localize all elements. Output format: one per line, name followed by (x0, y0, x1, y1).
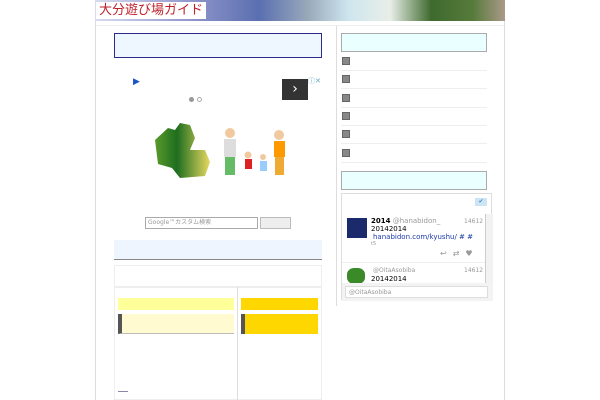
tweet-avatar[interactable] (347, 268, 365, 284)
tweet-compose-input[interactable]: @OitaAsobiba (345, 286, 488, 298)
sidebar-item[interactable] (341, 90, 487, 108)
sidebar-item[interactable] (341, 126, 487, 144)
sidebar-item[interactable] (341, 145, 487, 163)
tweet-avatar[interactable] (347, 218, 367, 238)
bullet-icon (342, 57, 350, 65)
adchoices-icon[interactable]: ⓘ✕ (308, 76, 321, 86)
sidebar-item[interactable] (341, 71, 487, 89)
column-divider (336, 26, 337, 306)
divider (342, 262, 485, 263)
scrollbar[interactable] (485, 214, 493, 284)
search-button[interactable] (260, 217, 291, 229)
bullet-icon (342, 130, 350, 138)
link[interactable] (118, 391, 128, 392)
bullet-icon (342, 94, 350, 102)
column-divider (237, 287, 238, 400)
divider (96, 25, 504, 26)
tweet-actions[interactable]: ↩⇄♥ (440, 249, 479, 258)
ad-mark[interactable]: ▶ (133, 77, 140, 87)
category-item[interactable] (241, 314, 318, 334)
section-header (114, 240, 322, 260)
bullet-icon (342, 75, 350, 83)
twitter-timeline: ✔ 2014 @hanabidon_ 14612 20142014 hanabi… (341, 193, 493, 301)
tweet-date[interactable]: 14612 (464, 218, 483, 225)
sidebar-heading (341, 33, 487, 52)
reply-icon[interactable]: ↩ (440, 249, 453, 258)
carousel-dot[interactable] (197, 97, 202, 102)
tweet-handle[interactable]: @OitaAsobiba (373, 267, 415, 274)
compose-area: @OitaAsobiba (342, 283, 493, 301)
bullet-icon (342, 149, 350, 157)
retweet-icon[interactable]: ⇄ (453, 249, 466, 258)
nav-box (114, 33, 322, 58)
twitter-bird-icon[interactable]: ✔ (475, 198, 487, 206)
sidebar-heading (341, 171, 487, 190)
tweet-author[interactable]: 2014 (371, 217, 390, 225)
tweet-text: 20142014 (371, 275, 407, 283)
tweet-extra: t5 (371, 241, 377, 247)
tweet-text: 20142014 (371, 225, 407, 233)
category-heading (118, 298, 234, 310)
ad-next-button[interactable]: › (282, 79, 308, 100)
oita-map-family-illustration (155, 123, 285, 178)
category-heading (241, 298, 318, 310)
custom-search-input[interactable]: Google™カスタム検索 (145, 217, 258, 229)
tweet-date[interactable]: 14612 (464, 267, 483, 274)
sidebar-item[interactable] (341, 53, 487, 71)
tweet-handle[interactable]: @hanabidon_ (393, 217, 441, 225)
sidebar-item[interactable] (341, 108, 487, 126)
bullet-icon (342, 112, 350, 120)
content-box (114, 265, 322, 287)
carousel-dot[interactable] (189, 97, 194, 102)
category-item[interactable] (118, 314, 234, 334)
site-title[interactable]: 大分遊び場ガイド (96, 2, 207, 19)
tweet-link[interactable]: hanabidon.com/kyushu/ # # (373, 233, 473, 241)
like-icon[interactable]: ♥ (465, 249, 478, 258)
